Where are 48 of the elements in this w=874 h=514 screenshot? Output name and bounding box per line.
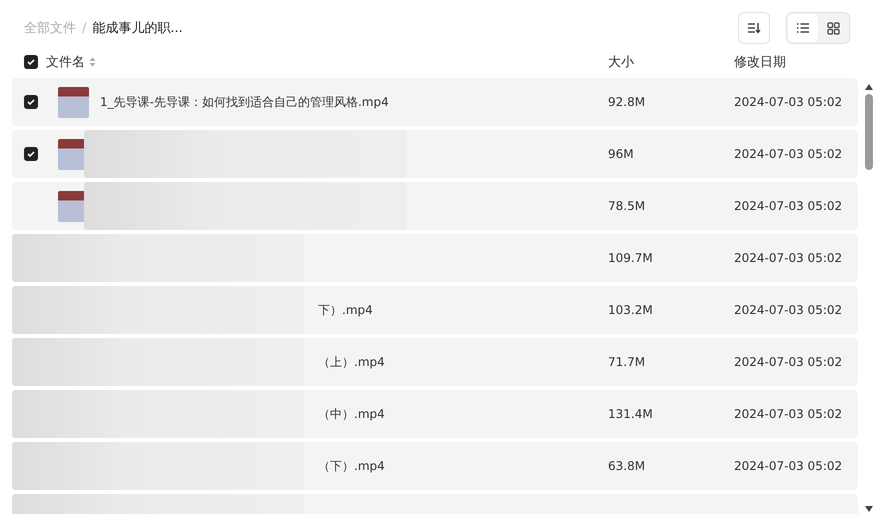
view-toggle[interactable] — [788, 14, 818, 42]
modified-date: 2024-07-03 05:02 — [734, 251, 842, 265]
grid-icon — [826, 22, 840, 34]
checkbox[interactable] — [24, 147, 38, 161]
column-header[interactable]: 文件名 — [46, 53, 608, 71]
scroll-up-icon[interactable] — [865, 84, 873, 90]
checkbox[interactable] — [24, 55, 38, 69]
file-size: 103.2M — [608, 303, 653, 317]
file-name: 下）.mp4 — [317, 302, 373, 316]
sort-button[interactable] — [738, 12, 770, 44]
file-row[interactable]: 78.5M 2024-07-03 05:02 — [12, 182, 858, 230]
file-name: （上）.mp4 — [317, 354, 385, 368]
column-header: 大小 — [608, 54, 635, 71]
modified-date: 2024-07-03 05:02 — [734, 95, 842, 109]
file-row[interactable]: （下）.mp4 63.8M 2024-07-03 05:02 — [12, 442, 858, 490]
file-name: 1_先导课-先导课：如何找到适合自己的管理风格.mp4 — [100, 94, 389, 108]
modified-date: 2024-07-03 05:02 — [734, 147, 842, 161]
file-size: 96M — [608, 147, 634, 161]
file-row[interactable]: 1_先导课-先导课：如何找到适合自己的管理风格.mp4 92.8M 2024-07-03 05:02 — [12, 78, 858, 126]
list-icon — [796, 22, 810, 34]
file-name: （中）.mp4 — [317, 406, 385, 420]
file-row[interactable]: （中）.mp4 131.4M 2024-07-03 05:02 — [12, 390, 858, 438]
check-icon — [27, 150, 35, 158]
file-size: 63.8M — [608, 459, 646, 473]
modified-date: 2024-07-03 05:02 — [734, 303, 842, 317]
column-header: 修改日期 — [734, 54, 787, 71]
file-name: （下）.mp4 — [317, 458, 385, 472]
file-row[interactable]: （上）.mp4 71.7M 2024-07-03 05:02 — [12, 338, 858, 386]
file-row[interactable]: 下）.mp4 103.2M 2024-07-03 05:02 — [12, 286, 858, 334]
modified-date: 2024-07-03 05:02 — [734, 355, 842, 369]
file-size: 109.7M — [608, 251, 653, 265]
file-row[interactable]: 109.7M 2024-07-03 05:02 — [12, 234, 858, 282]
file-size: 71.7M — [608, 355, 646, 369]
scroll-down-icon[interactable] — [865, 506, 873, 512]
file-size: 92.8M — [608, 95, 646, 109]
file-row[interactable]: 96M 2024-07-03 05:02 — [12, 130, 858, 178]
file-size: 78.5M — [608, 199, 646, 213]
checkbox[interactable] — [24, 95, 38, 109]
file-size: 131.4M — [608, 407, 653, 421]
modified-date: 2024-07-03 05:02 — [734, 407, 842, 421]
scrollbar-thumb[interactable] — [865, 94, 873, 170]
sort-icon — [747, 22, 761, 34]
check-icon — [27, 98, 35, 106]
breadcrumb-item[interactable]: 能成事儿的职... — [92, 19, 183, 37]
check-icon — [27, 58, 35, 66]
modified-date: 2024-07-03 05:02 — [734, 199, 842, 213]
breadcrumb-separator: / — [82, 20, 86, 36]
modified-date: 2024-07-03 05:02 — [734, 459, 842, 473]
